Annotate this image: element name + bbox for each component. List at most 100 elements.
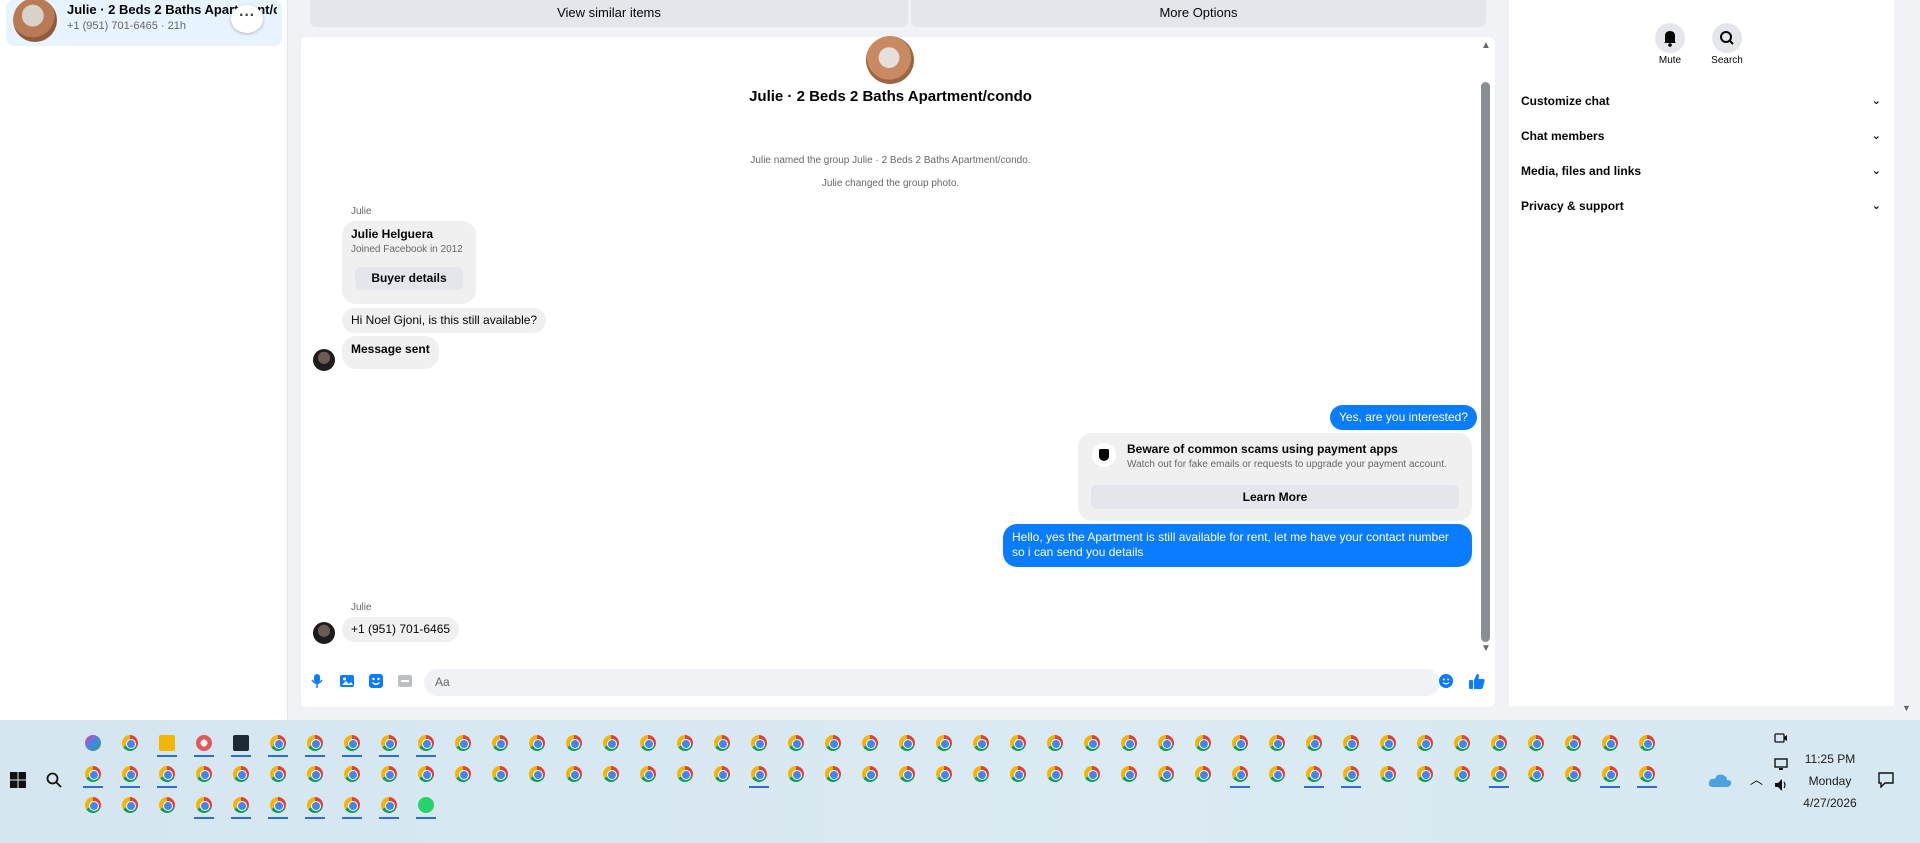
- sender-avatar[interactable]: [313, 622, 335, 644]
- chrome-icon[interactable]: [1528, 766, 1544, 782]
- thumbs-up-icon[interactable]: [1469, 673, 1485, 689]
- chrome-icon[interactable]: [1343, 766, 1359, 782]
- chrome-icon[interactable]: [307, 797, 323, 813]
- taskbar-search-icon[interactable]: [46, 772, 62, 788]
- chrome-icon[interactable]: [1565, 735, 1581, 751]
- chrome-icon[interactable]: [85, 766, 101, 782]
- chrome-icon[interactable]: [566, 735, 582, 751]
- chrome-icon[interactable]: [862, 766, 878, 782]
- chrome-icon[interactable]: [1454, 735, 1470, 751]
- chrome-icon[interactable]: [270, 766, 286, 782]
- chrome-icon[interactable]: [1380, 735, 1396, 751]
- chrome-icon[interactable]: [1491, 766, 1507, 782]
- message-bubble-incoming[interactable]: +1 (951) 701-6465: [342, 617, 460, 642]
- chrome-icon[interactable]: [1232, 735, 1248, 751]
- chrome-icon[interactable]: [1121, 735, 1137, 751]
- chrome-icon[interactable]: [85, 797, 101, 813]
- chrome-icon[interactable]: [196, 766, 212, 782]
- chrome-icon[interactable]: [418, 766, 434, 782]
- message-bubble-outgoing[interactable]: Hello, yes the Apartment is still availa…: [1003, 524, 1472, 567]
- show-hidden-icons-chevron-icon[interactable]: ︿: [1750, 769, 1763, 788]
- chrome-icon[interactable]: [529, 766, 545, 782]
- chrome-icon[interactable]: [714, 766, 730, 782]
- chrome-icon[interactable]: [1491, 735, 1507, 751]
- chrome-icon[interactable]: [973, 766, 989, 782]
- chrome-icon[interactable]: [1158, 766, 1174, 782]
- meet-now-icon[interactable]: [1774, 731, 1788, 745]
- chrome-icon[interactable]: [714, 735, 730, 751]
- message-input[interactable]: Aa: [424, 669, 1440, 696]
- chrome-icon[interactable]: [1380, 766, 1396, 782]
- emoji-icon[interactable]: [1439, 674, 1453, 688]
- chrome-icon[interactable]: [270, 797, 286, 813]
- chrome-icon[interactable]: [603, 766, 619, 782]
- chrome-icon[interactable]: [1306, 735, 1322, 751]
- chrome-icon[interactable]: [1639, 766, 1655, 782]
- chrome-icon[interactable]: [825, 766, 841, 782]
- chrome-icon[interactable]: [788, 735, 804, 751]
- chrome-icon[interactable]: [936, 766, 952, 782]
- chrome-icon[interactable]: [159, 797, 175, 813]
- chrome-icon[interactable]: [1047, 735, 1063, 751]
- clock-time[interactable]: 11:25 PM: [1780, 752, 1880, 766]
- chrome-icon[interactable]: [1417, 735, 1433, 751]
- chrome-icon[interactable]: [455, 766, 471, 782]
- section-media-files-links[interactable]: Media, files and links ⌄: [1521, 164, 1881, 178]
- chrome-icon[interactable]: [1269, 735, 1285, 751]
- chrome-icon[interactable]: [751, 766, 767, 782]
- chrome-icon[interactable]: [270, 735, 286, 751]
- clock-date[interactable]: 4/27/2026: [1780, 796, 1880, 810]
- microphone-icon[interactable]: [310, 674, 324, 688]
- chrome-icon[interactable]: [677, 735, 693, 751]
- section-chat-members[interactable]: Chat members ⌄: [1521, 129, 1881, 143]
- chrome-icon[interactable]: [1454, 766, 1470, 782]
- chrome-icon[interactable]: [492, 766, 508, 782]
- chrome-icon[interactable]: [233, 766, 249, 782]
- chrome-icon[interactable]: [677, 766, 693, 782]
- section-customize-chat[interactable]: Customize chat ⌄: [1521, 94, 1881, 108]
- chrome-icon[interactable]: [233, 797, 249, 813]
- notifications-icon[interactable]: [1878, 772, 1894, 788]
- chrome-icon[interactable]: [1269, 766, 1285, 782]
- chrome-icon[interactable]: [1047, 766, 1063, 782]
- chrome-icon[interactable]: [381, 797, 397, 813]
- chrome-icon[interactable]: [1084, 735, 1100, 751]
- chrome-icon[interactable]: [1232, 766, 1248, 782]
- chrome-icon[interactable]: [936, 735, 952, 751]
- chrome-icon[interactable]: [122, 766, 138, 782]
- gif-icon[interactable]: [398, 674, 412, 688]
- chrome-icon[interactable]: [381, 766, 397, 782]
- chrome-icon[interactable]: [1306, 766, 1322, 782]
- chrome-icon[interactable]: [788, 766, 804, 782]
- chrome-icon[interactable]: [344, 735, 360, 751]
- chrome-icon[interactable]: [1602, 735, 1618, 751]
- chrome-icon[interactable]: [751, 735, 767, 751]
- chrome-icon[interactable]: [1158, 735, 1174, 751]
- chrome-icon[interactable]: [1195, 766, 1211, 782]
- chrome-icon[interactable]: [455, 735, 471, 751]
- chrome-icon[interactable]: [344, 766, 360, 782]
- photo-icon[interactable]: [340, 674, 354, 688]
- chrome-icon[interactable]: [1010, 735, 1026, 751]
- search-button[interactable]: [1712, 23, 1742, 53]
- conversation-item[interactable]: Julie · 2 Beds 2 Baths Apartment/condo +…: [6, 0, 282, 46]
- chrome-icon[interactable]: [1343, 735, 1359, 751]
- scroll-down-arrow-icon[interactable]: ▼: [1481, 643, 1491, 654]
- copilot-icon[interactable]: [85, 735, 101, 751]
- windows-start-icon[interactable]: [10, 772, 26, 788]
- message-bubble-incoming[interactable]: Message sent: [342, 336, 439, 369]
- clock-day[interactable]: Monday: [1780, 774, 1880, 788]
- sticky-notes-icon[interactable]: [233, 735, 249, 751]
- chrome-icon[interactable]: [640, 735, 656, 751]
- onedrive-cloud-icon[interactable]: [1708, 772, 1732, 788]
- chrome-icon[interactable]: [973, 735, 989, 751]
- chrome-icon[interactable]: [1565, 766, 1581, 782]
- chrome-icon[interactable]: [1528, 735, 1544, 751]
- view-similar-items-button[interactable]: View similar items: [310, 0, 908, 27]
- chrome-icon[interactable]: [825, 735, 841, 751]
- chrome-icon[interactable]: [1602, 766, 1618, 782]
- chrome-icon[interactable]: [1639, 735, 1655, 751]
- chrome-icon[interactable]: [899, 735, 915, 751]
- chrome-icon[interactable]: [122, 735, 138, 751]
- chrome-icon[interactable]: [492, 735, 508, 751]
